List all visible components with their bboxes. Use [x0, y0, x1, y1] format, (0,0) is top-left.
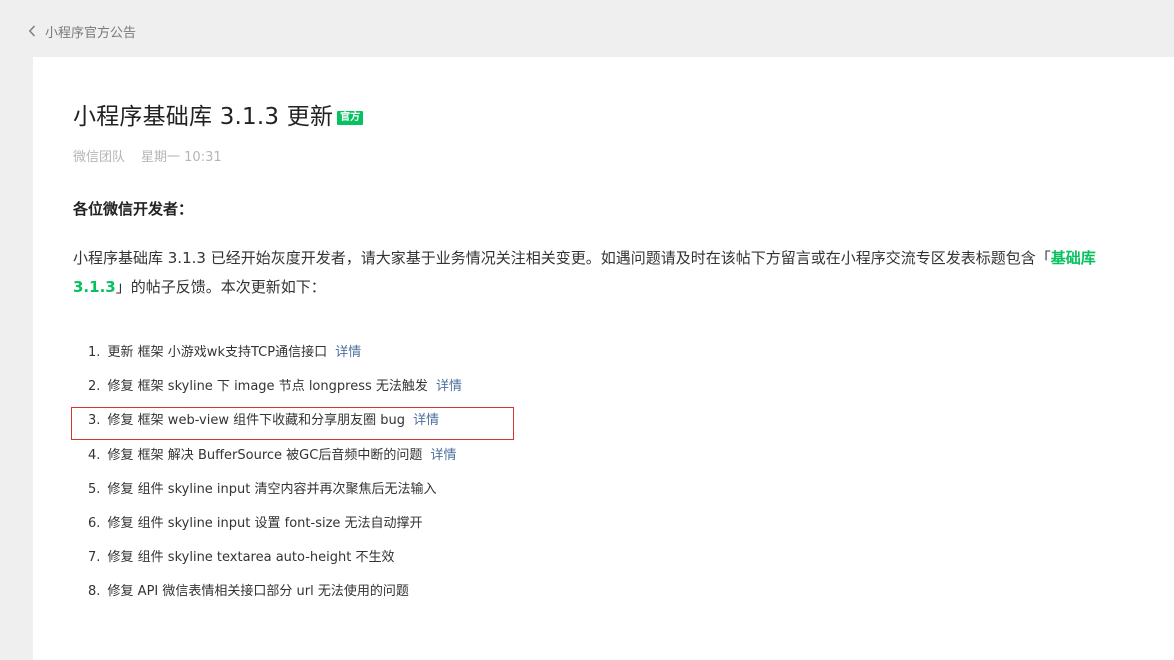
list-item-number: 8.	[88, 584, 101, 600]
list-item-number: 7.	[88, 550, 101, 566]
article-title: 小程序基础库 3.1.3 更新	[73, 104, 334, 130]
list-item: 3. 修复 框架 web-view 组件下收藏和分享朋友圈 bug 详情	[88, 410, 462, 444]
list-item: 2. 修复 框架 skyline 下 image 节点 longpress 无法…	[88, 376, 462, 410]
list-item: 4. 修复 框架 解决 BufferSource 被GC后音频中断的问题 详情	[88, 445, 462, 479]
list-item-number: 3.	[88, 413, 101, 429]
list-item: 8. 修复 API 微信表情相关接口部分 url 无法使用的问题	[88, 581, 462, 615]
greeting: 各位微信开发者：	[73, 200, 194, 218]
intro-text-before: 小程序基础库 3.1.3 已经开始灰度开发者，请大家基于业务情况关注相关变更。如…	[73, 249, 1051, 267]
back-link-label: 小程序官方公告	[45, 25, 137, 41]
list-item-number: 5.	[88, 481, 101, 497]
list-item: 1. 更新 框架 小游戏wk支持TCP通信接口 详情	[88, 342, 462, 376]
details-link[interactable]: 详情	[335, 345, 361, 360]
chevron-left-icon	[28, 24, 40, 38]
list-item: 6. 修复 组件 skyline input 设置 font-size 无法自动…	[88, 513, 462, 547]
article-header: 小程序基础库 3.1.3 更新 官方	[73, 99, 364, 135]
article-card: 小程序基础库 3.1.3 更新 官方 微信团队 星期一 10:31 各位微信开发…	[33, 57, 1174, 660]
update-list: 1. 更新 框架 小游戏wk支持TCP通信接口 详情 2. 修复 框架 skyl…	[88, 342, 462, 616]
list-item-number: 1.	[88, 345, 101, 360]
details-link[interactable]: 详情	[430, 448, 456, 463]
details-link[interactable]: 详情	[413, 413, 439, 428]
article-date: 星期一 10:31	[141, 150, 222, 165]
list-item-text: 修复 框架 web-view 组件下收藏和分享朋友圈 bug	[107, 413, 405, 429]
back-link[interactable]: 小程序官方公告	[28, 20, 136, 42]
intro-text-after: 」的帖子反馈。本次更新如下：	[115, 278, 326, 296]
list-item-text: 修复 框架 解决 BufferSource 被GC后音频中断的问题	[107, 447, 423, 463]
intro-paragraph: 小程序基础库 3.1.3 已经开始灰度开发者，请大家基于业务情况关注相关变更。如…	[73, 244, 1133, 302]
list-item-text: 修复 组件 skyline input 设置 font-size 无法自动撑开	[107, 515, 423, 531]
list-item-text: 修复 组件 skyline input 清空内容并再次聚焦后无法输入	[107, 481, 437, 497]
list-item: 7. 修复 组件 skyline textarea auto-height 不生…	[88, 547, 462, 581]
list-item-text: 更新 框架 小游戏wk支持TCP通信接口	[107, 345, 328, 360]
list-item-number: 4.	[88, 447, 101, 463]
list-item-text: 修复 API 微信表情相关接口部分 url 无法使用的问题	[107, 584, 409, 600]
list-item: 5. 修复 组件 skyline input 清空内容并再次聚焦后无法输入	[88, 479, 462, 513]
list-item-number: 6.	[88, 515, 101, 531]
article-author[interactable]: 微信团队	[73, 146, 125, 165]
official-badge: 官方	[337, 111, 364, 125]
list-item-text: 修复 框架 skyline 下 image 节点 longpress 无法触发	[107, 379, 428, 395]
article-meta: 微信团队 星期一 10:31	[73, 146, 222, 165]
list-item-number: 2.	[88, 379, 101, 395]
details-link[interactable]: 详情	[436, 379, 462, 394]
list-item-text: 修复 组件 skyline textarea auto-height 不生效	[107, 550, 395, 566]
